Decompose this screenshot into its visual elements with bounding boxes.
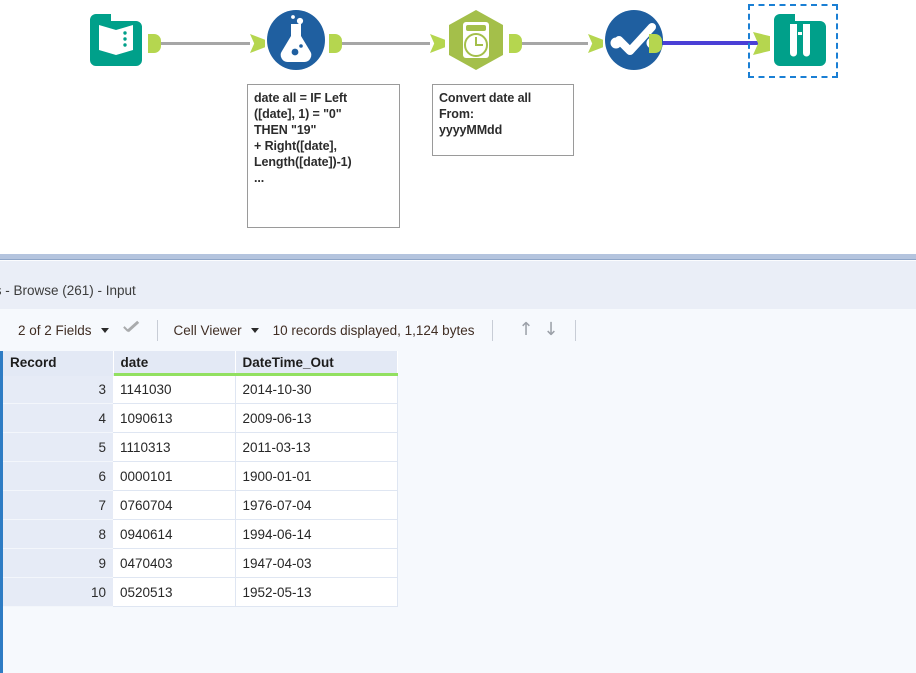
table-row[interactable]: 5 1110313 2011-03-13 — [3, 432, 398, 462]
scroll-down-icon[interactable]: ↓ — [542, 321, 559, 339]
cell-record: 10 — [3, 577, 113, 607]
table-header-row: Record date DateTime_Out — [3, 351, 398, 376]
cell-date[interactable]: 0760704 — [113, 490, 236, 520]
binoculars-icon — [774, 14, 826, 66]
flask-icon — [267, 10, 325, 70]
datetime-annotation: Convert date all From: yyyyMMdd — [432, 84, 574, 156]
results-grid-container[interactable]: Record date DateTime_Out 3 1141030 2014-10… — [0, 351, 916, 673]
cell-date[interactable]: 0940614 — [113, 519, 236, 549]
table-row[interactable]: 6 0000101 1900-01-01 — [3, 461, 398, 491]
clock-icon — [449, 10, 503, 70]
table-row[interactable]: 10 0520513 1952-05-13 — [3, 577, 398, 607]
table-row[interactable]: 7 0760704 1976-07-04 — [3, 490, 398, 520]
connector-formula-to-datetime[interactable] — [340, 42, 430, 45]
table-row[interactable]: 8 0940614 1994-06-14 — [3, 519, 398, 549]
input-anchor-select[interactable] — [588, 34, 603, 53]
output-anchor-select[interactable] — [649, 34, 662, 53]
workflow-canvas[interactable]: date all = IF Left ([date], 1) = "0" THE… — [0, 0, 916, 253]
cell-record: 6 — [3, 461, 113, 491]
cell-datetime-out[interactable]: 2011-03-13 — [235, 432, 398, 462]
cell-datetime-out[interactable]: 1900-01-01 — [235, 461, 398, 491]
cell-viewer-label: Cell Viewer — [173, 322, 242, 338]
cell-viewer-selector[interactable]: Cell Viewer — [174, 323, 259, 338]
cell-record: 3 — [3, 374, 113, 404]
tool-input-data[interactable] — [84, 8, 148, 72]
chevron-down-icon[interactable] — [250, 327, 259, 333]
cell-datetime-out[interactable]: 1947-04-03 — [235, 548, 398, 578]
connector-select-to-browse[interactable] — [660, 41, 758, 45]
tool-browse[interactable] — [768, 8, 832, 72]
cell-date[interactable]: 0520513 — [113, 577, 236, 607]
cell-date[interactable]: 0470403 — [113, 548, 236, 578]
input-anchor-datetime[interactable] — [430, 34, 445, 53]
cell-date[interactable]: 1141030 — [113, 374, 236, 404]
table-body: 3 1141030 2014-10-30 4 1090613 2009-06-13 5 111… — [3, 374, 398, 607]
results-titlebar[interactable]: lts - Browse (261) - Input — [0, 260, 916, 310]
grid-left-accent — [0, 351, 3, 673]
connector-datetime-to-select[interactable] — [520, 42, 588, 45]
results-panel: lts - Browse (261) - Input 2 of 2 Fields… — [0, 253, 916, 673]
cell-date[interactable]: 0000101 — [113, 461, 236, 491]
output-anchor-datetime[interactable] — [509, 34, 522, 53]
scroll-up-icon[interactable]: ↑ — [517, 321, 534, 339]
toolbar-divider-2 — [492, 319, 494, 341]
apply-check-icon[interactable] — [122, 323, 141, 338]
cell-datetime-out[interactable]: 1994-06-14 — [235, 519, 398, 549]
table-row[interactable]: 9 0470403 1947-04-03 — [3, 548, 398, 578]
cell-record: 5 — [3, 432, 113, 462]
cell-date[interactable]: 1090613 — [113, 403, 236, 433]
cell-record: 4 — [3, 403, 113, 433]
output-anchor-formula[interactable] — [329, 34, 342, 53]
tool-formula[interactable] — [264, 8, 328, 72]
tool-datetime[interactable] — [444, 8, 508, 72]
column-header-date[interactable]: date — [113, 351, 236, 376]
results-toolbar: 2 of 2 Fields Cell Viewer 10 records dis… — [0, 309, 916, 351]
cell-date[interactable]: 1110313 — [113, 432, 236, 462]
cell-record: 9 — [3, 548, 113, 578]
formula-annotation: date all = IF Left ([date], 1) = "0" THE… — [247, 84, 400, 228]
cell-datetime-out[interactable]: 2009-06-13 — [235, 403, 398, 433]
fields-selector[interactable]: 2 of 2 Fields — [18, 323, 109, 338]
cell-record: 8 — [3, 519, 113, 549]
column-header-datetime-out[interactable]: DateTime_Out — [235, 351, 398, 376]
record-count-label: 10 records displayed, 1,124 bytes — [272, 322, 475, 338]
input-anchor-formula[interactable] — [250, 34, 265, 53]
book-icon — [90, 14, 142, 66]
results-table[interactable]: Record date DateTime_Out 3 1141030 2014-10… — [3, 351, 398, 607]
cell-datetime-out[interactable]: 1952-05-13 — [235, 577, 398, 607]
toolbar-divider-3 — [575, 319, 577, 341]
cell-record: 7 — [3, 490, 113, 520]
record-count-status: 10 records displayed, 1,124 bytes — [273, 323, 475, 338]
cell-datetime-out[interactable]: 1976-07-04 — [235, 490, 398, 520]
column-header-record[interactable]: Record — [3, 351, 114, 376]
table-row[interactable]: 3 1141030 2014-10-30 — [3, 374, 398, 404]
output-anchor-input-data[interactable] — [148, 34, 161, 53]
fields-selector-label: 2 of 2 Fields — [18, 322, 92, 338]
table-row[interactable]: 4 1090613 2009-06-13 — [3, 403, 398, 433]
results-title: lts - Browse (261) - Input — [0, 283, 136, 298]
cell-datetime-out[interactable]: 2014-10-30 — [235, 374, 398, 404]
connector-input-to-formula[interactable] — [160, 42, 250, 45]
toolbar-divider-1 — [156, 319, 158, 341]
chevron-down-icon[interactable] — [100, 327, 109, 333]
